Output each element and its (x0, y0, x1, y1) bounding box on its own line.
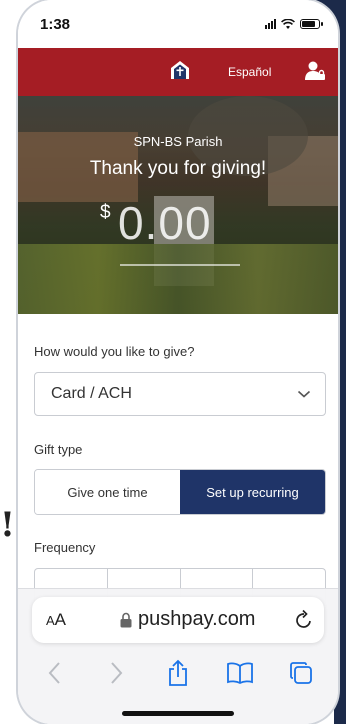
phone-screen: 1:38 Español SPN-BS Parish Thank you for… (18, 0, 338, 724)
hero-banner: SPN-BS Parish Thank you for giving! $ 0.… (18, 96, 338, 314)
parish-name: SPN-BS Parish (133, 134, 223, 149)
give-one-time-button[interactable]: Give one time (35, 470, 180, 514)
status-time: 1:38 (40, 15, 71, 33)
battery-icon (300, 19, 323, 29)
share-icon[interactable] (164, 659, 192, 687)
back-icon[interactable] (41, 659, 69, 687)
church-door-icon (171, 61, 189, 79)
thank-you-heading: Thank you for giving! (89, 158, 267, 179)
browser-bottom-bar: AA pushpay.com (18, 588, 338, 724)
frequency-label: Frequency (34, 540, 96, 555)
tabs-icon[interactable] (287, 659, 315, 687)
lock-icon (120, 612, 132, 628)
currency-symbol: $ (100, 202, 111, 223)
address-bar[interactable]: AA pushpay.com (32, 597, 324, 643)
set-up-recurring-button[interactable]: Set up recurring (180, 470, 325, 514)
browser-toolbar (18, 655, 338, 691)
amount-input[interactable]: 0.00 (118, 196, 212, 250)
bookmarks-icon[interactable] (226, 659, 254, 687)
status-icons (265, 18, 323, 30)
status-bar: 1:38 (18, 0, 338, 48)
payment-method-select[interactable]: Card / ACH (34, 372, 326, 416)
language-link[interactable]: Español (228, 65, 271, 79)
text-size-button[interactable]: AA (46, 610, 66, 630)
home-indicator[interactable] (122, 711, 234, 716)
url-text: pushpay.com (138, 608, 256, 630)
chevron-down-icon (297, 390, 311, 398)
gift-type-toggle: Give one time Set up recurring (34, 469, 326, 515)
gift-type-label: Gift type (34, 442, 83, 457)
give-method-label: How would you like to give? (34, 344, 195, 359)
forward-icon[interactable] (102, 659, 130, 687)
wifi-icon (281, 18, 295, 29)
cellular-signal-icon (265, 19, 276, 29)
user-lock-icon[interactable] (304, 60, 326, 82)
app-header: Español (18, 48, 338, 96)
hero-photo-shrubs (18, 244, 338, 314)
reload-icon[interactable] (294, 609, 314, 631)
photo-backdrop-left (0, 0, 18, 724)
background-exclamation: ! (0, 505, 15, 545)
payment-method-value: Card / ACH (51, 385, 132, 402)
amount-underline (120, 264, 240, 266)
